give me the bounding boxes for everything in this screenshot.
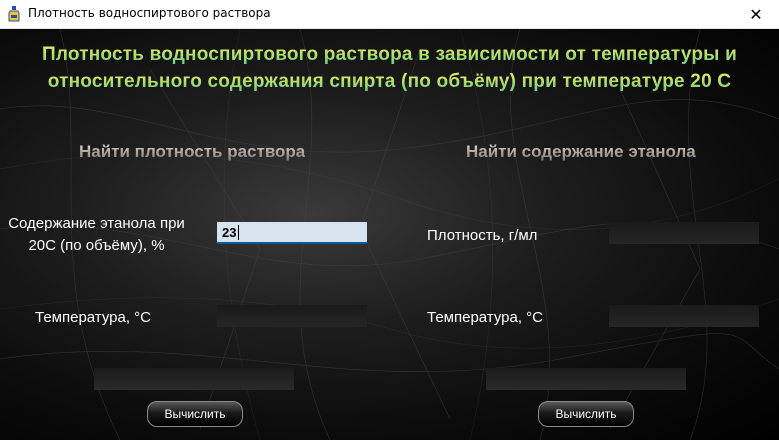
ethanol-result-field [486, 368, 686, 390]
window-title: Плотность водноспиртового раствора [28, 6, 271, 20]
bottle-app-icon [8, 6, 20, 22]
ethanol-label-line1: Содержание этанола при [8, 215, 185, 232]
ethanol-content-label: Содержание этанола при 20С (по объёму), … [0, 213, 193, 257]
calculate-ethanol-button[interactable]: Вычислить [538, 401, 634, 427]
right-temperature-input[interactable] [609, 305, 759, 327]
title-bar: Плотность водноспиртового раствора ✕ [0, 0, 779, 29]
ethanol-label-line2: 20С (по объёму), % [28, 237, 165, 254]
close-button[interactable]: ✕ [733, 0, 779, 29]
density-input[interactable] [609, 222, 759, 244]
main-heading-line1: Плотность водноспиртового раствора в зав… [0, 44, 779, 66]
right-temperature-label: Температура, °С [427, 309, 544, 326]
density-result-field [94, 368, 294, 390]
right-section-title: Найти содержание этанола [466, 142, 696, 161]
ethanol-content-value: 23 [222, 225, 237, 240]
ethanol-content-input[interactable]: 23 [217, 222, 367, 244]
left-temperature-input[interactable] [217, 305, 367, 327]
main-heading-line2: относительного содержания спирта (по объ… [0, 71, 779, 93]
left-temperature-label: Температура, °С [35, 309, 152, 326]
text-caret [238, 225, 239, 240]
main-panel: Плотность водноспиртового раствора в зав… [0, 29, 779, 440]
density-label: Плотность, г/мл [427, 227, 538, 244]
left-section-title: Найти плотность раствора [79, 142, 306, 161]
calculate-density-button[interactable]: Вычислить [147, 401, 243, 427]
